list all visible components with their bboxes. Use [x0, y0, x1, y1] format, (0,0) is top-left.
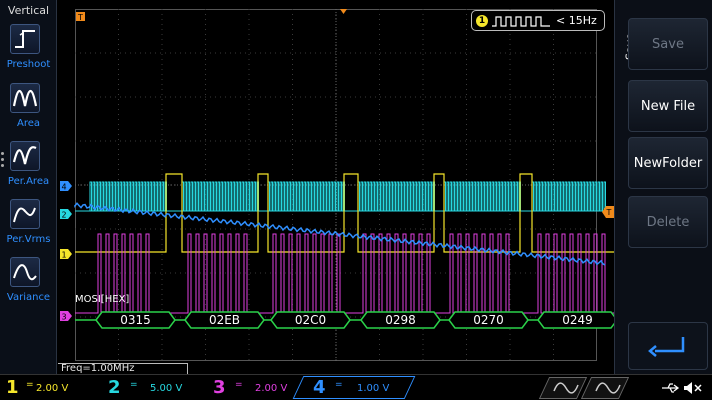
trigger-time-marker [340, 9, 347, 14]
per-area-label: Per.Area [7, 176, 50, 187]
variance-label: Variance [6, 292, 51, 303]
ch2-trace [89, 181, 607, 212]
ch3-number: 3 [213, 377, 226, 398]
ch2-scale: 5.00 V [150, 383, 183, 394]
variance-icon [10, 257, 40, 287]
ch3-scale: 2.00 V [255, 383, 288, 394]
bus-value: 02EB [209, 313, 240, 327]
ch2-number: 2 [108, 377, 121, 398]
waveform-display[interactable]: 0315 02EB 02C0 0298 0270 0249 4 2 1 3 T T 1 < 15Hz… [58, 0, 614, 374]
enter-button[interactable] [628, 322, 708, 370]
ch2-status[interactable]: 2 = 5.00 V [100, 377, 190, 399]
per-vrms-icon [10, 199, 40, 229]
preshoot-label: Preshoot [6, 59, 51, 70]
trigger-channel-badge: 1 [476, 15, 488, 27]
math-icons[interactable] [538, 377, 630, 399]
delete-button[interactable]: Delete [628, 196, 708, 248]
ch4-coupling: = [335, 380, 343, 390]
trigger-condition: < 15Hz [556, 14, 597, 27]
measure-variance[interactable]: Variance [0, 257, 57, 317]
ch1-status[interactable]: 1 = 2.00 V [0, 377, 75, 399]
measure-area[interactable]: Area [0, 83, 57, 143]
new-folder-button[interactable]: NewFolder [628, 137, 708, 189]
panel-title: Vertical [7, 4, 50, 17]
measure-preshoot[interactable]: Preshoot [0, 24, 57, 84]
measure-per-area[interactable]: Per.Area [0, 141, 57, 201]
ch3-marker-label: 3 [61, 313, 66, 322]
trigger-position-label: T [77, 13, 83, 22]
per-vrms-label: Per.Vrms [6, 234, 51, 245]
ch4-status[interactable]: 4 = 1.00 V [305, 377, 405, 399]
ch1-coupling: = [26, 380, 34, 390]
channel-marker-label: 2 [61, 211, 66, 220]
bus-value: 0270 [473, 313, 504, 327]
channel-status-bar: 1 = 2.00 V 2 = 5.00 V 3 = 2.00 V 4 = 1.0… [0, 374, 712, 400]
bus-value: 0315 [120, 313, 151, 327]
enter-return-icon [648, 337, 685, 357]
decode-bus: 0315 02EB 02C0 0298 0270 0249 [75, 311, 614, 329]
pulse-width-trigger-icon [492, 16, 550, 27]
ch1-scale: 2.00 V [36, 383, 69, 394]
sine-icons [553, 382, 621, 394]
ch1-number: 1 [6, 377, 19, 398]
speaker-mute-icon [684, 382, 702, 394]
preshoot-icon [10, 24, 40, 54]
waveform-canvas: 0315 02EB 02C0 0298 0270 0249 4 2 1 3 T T [60, 9, 614, 361]
ch2-coupling: = [130, 380, 138, 390]
ch3-status[interactable]: 3 = 2.00 V [205, 377, 295, 399]
measure-per-vrms[interactable]: Per.Vrms [0, 199, 57, 259]
channel-marker-label: 1 [61, 251, 66, 260]
save-button[interactable]: Save [628, 18, 708, 70]
measurement-panel: Vertical Preshoot Area Per.Area Per.Vrms… [0, 0, 57, 374]
bus-value: 02C0 [295, 313, 326, 327]
channel-traces [74, 173, 614, 314]
ch3-coupling: = [235, 380, 243, 390]
ch4-number: 4 [313, 377, 326, 398]
area-icon [10, 83, 40, 113]
frequency-readout: Freq=1.00MHz [58, 363, 188, 374]
per-area-icon [10, 141, 40, 171]
channel-marker-label: 4 [61, 183, 66, 192]
trigger-info[interactable]: 1 < 15Hz [471, 10, 605, 31]
bus-value: 0298 [385, 313, 416, 327]
trigger-level-label: T [606, 208, 612, 217]
ch4-scale: 1.00 V [357, 383, 390, 394]
area-label: Area [16, 118, 40, 129]
decoder-label: MOSI[HEX] [75, 294, 130, 305]
usb-icon [662, 383, 680, 393]
new-file-button[interactable]: New File [628, 80, 708, 132]
bus-value: 0249 [562, 313, 593, 327]
